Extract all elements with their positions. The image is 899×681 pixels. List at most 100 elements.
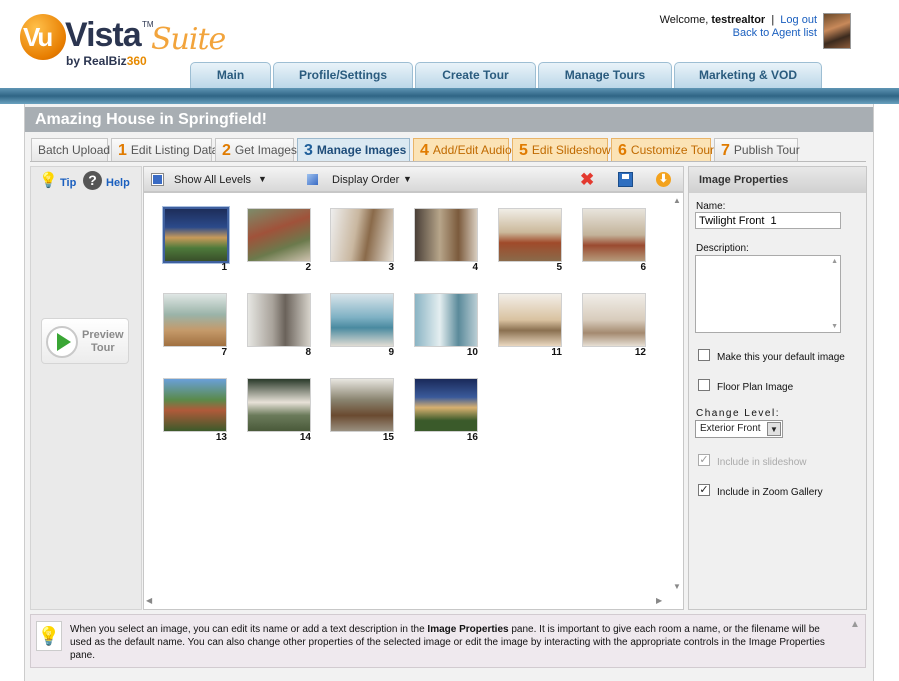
save-icon[interactable]: [618, 172, 633, 187]
step-number: 6: [618, 142, 627, 159]
thumbnail-number: 9: [388, 347, 394, 358]
nav-tab-create-tour[interactable]: Create Tour: [415, 62, 536, 88]
include-zoom-checkbox[interactable]: ✓: [698, 484, 710, 496]
scroll-down-icon[interactable]: ▼: [831, 323, 838, 330]
scroll-up-icon[interactable]: ▲: [673, 196, 681, 205]
step-publish-tour[interactable]: 7 Publish Tour: [714, 138, 800, 162]
order-label: Display Order: [332, 174, 400, 186]
left-pane: [30, 166, 142, 610]
question-icon: ?: [83, 171, 102, 190]
level-select-value: Exterior Front: [700, 423, 761, 434]
username: testrealtor: [711, 14, 766, 26]
show-levels-dropdown[interactable]: Show All Levels ▼: [151, 173, 272, 187]
step-get-images[interactable]: 2 Get Images: [215, 138, 297, 162]
thumbnail-image[interactable]: [247, 208, 311, 262]
thumbnail-image[interactable]: [582, 293, 646, 347]
help-label: Help: [106, 177, 130, 189]
include-slideshow-checkbox[interactable]: ✓: [698, 454, 710, 466]
step-edit-listing-data[interactable]: 1 Edit Listing Data: [111, 138, 218, 162]
download-icon[interactable]: ⬇: [656, 172, 671, 187]
tip-text-1: When you select an image, you can edit i…: [70, 624, 428, 635]
chevron-down-icon[interactable]: ▼: [767, 422, 781, 436]
thumbnail-number: 1: [221, 262, 227, 273]
nav-tab-manage-tours[interactable]: Manage Tours: [538, 62, 672, 88]
horizontal-scrollbar[interactable]: ◀ ▶: [146, 594, 670, 608]
default-image-checkbox[interactable]: [698, 349, 710, 361]
preview-label-2: Tour: [91, 342, 115, 354]
thumbnail-image[interactable]: [162, 206, 230, 264]
thumbnail-number: 13: [215, 432, 227, 443]
thumbnail-number: 11: [551, 347, 562, 358]
thumbnail-number: 14: [299, 432, 311, 443]
step-edit-slideshow[interactable]: 5 Edit Slideshow: [512, 138, 611, 162]
nav-tab-main[interactable]: Main: [190, 62, 271, 88]
step-batch-upload[interactable]: Batch Upload: [31, 138, 110, 162]
step-number: 4: [420, 142, 429, 159]
thumbnail-image[interactable]: [330, 293, 394, 347]
avatar[interactable]: [823, 13, 851, 49]
step-label: Edit Slideshow: [531, 143, 611, 157]
delete-icon[interactable]: ✖: [580, 170, 594, 190]
thumbnail-image[interactable]: [330, 208, 394, 262]
description-field[interactable]: ▲ ▼: [695, 255, 841, 333]
thumbnail-number: 3: [388, 262, 394, 273]
thumbnail-image[interactable]: [247, 378, 311, 432]
thumbnail-image[interactable]: [247, 293, 311, 347]
step-label: Get Images: [234, 143, 297, 157]
floor-plan-label: Floor Plan Image: [717, 382, 794, 393]
chevron-down-icon: ▼: [258, 174, 267, 184]
step-manage-images[interactable]: 3 Manage Images: [297, 138, 410, 162]
thumbnail-image[interactable]: [498, 208, 562, 262]
logo-suite: Suite: [151, 22, 226, 57]
step-add-edit-audio[interactable]: 4 Add/Edit Audio: [413, 138, 512, 162]
preview-label-1: Preview: [82, 329, 124, 341]
step-number: 7: [721, 142, 730, 159]
separator: |: [771, 14, 775, 26]
thumbnail-image[interactable]: [414, 293, 478, 347]
change-level-label: Change Level:: [696, 408, 780, 419]
step-label: Customize Tour: [630, 143, 715, 157]
collapse-up-icon[interactable]: ▲: [850, 619, 860, 630]
vertical-scrollbar[interactable]: ▲ ▼: [670, 196, 684, 594]
description-label: Description:: [696, 243, 749, 254]
level-select[interactable]: Exterior Front ▼: [695, 420, 783, 438]
default-image-label: Make this your default image: [717, 352, 845, 363]
thumbnail-image[interactable]: [330, 378, 394, 432]
step-customize-tour[interactable]: 6 Customize Tour: [611, 138, 715, 162]
scroll-left-icon[interactable]: ◀: [146, 596, 152, 605]
step-label: Manage Images: [316, 143, 407, 157]
logout-link[interactable]: Log out: [780, 14, 817, 26]
thumbnail-image[interactable]: [414, 208, 478, 262]
thumbnail-number: 4: [472, 262, 478, 273]
tip-text: When you select an image, you can edit i…: [70, 623, 840, 662]
step-label: Publish Tour: [733, 143, 800, 157]
thumbnail-image[interactable]: [163, 378, 227, 432]
thumbnail-number: 10: [466, 347, 478, 358]
tip-button[interactable]: 💡 Tip: [39, 171, 76, 191]
nav-tab-marketing-vod[interactable]: Marketing & VOD: [674, 62, 822, 88]
thumbnail-image[interactable]: [498, 293, 562, 347]
name-field[interactable]: [695, 212, 841, 229]
order-icon: [307, 174, 318, 185]
logo-vu-mark: Vu: [20, 14, 66, 60]
scroll-down-icon[interactable]: ▼: [673, 582, 681, 591]
back-to-agent-list-link[interactable]: Back to Agent list: [733, 27, 817, 39]
thumbnail-image[interactable]: [163, 293, 227, 347]
tab-underline: [30, 161, 866, 162]
step-label: Add/Edit Audio: [432, 143, 512, 157]
preview-tour-button[interactable]: Preview Tour: [41, 318, 129, 364]
thumbnail-number: 2: [305, 262, 311, 273]
thumbnail-image[interactable]: [414, 378, 478, 432]
help-button[interactable]: ? Help: [83, 171, 133, 191]
scroll-right-icon[interactable]: ▶: [656, 596, 662, 605]
display-order-dropdown[interactable]: Display Order ▼: [307, 173, 417, 187]
play-icon: [46, 326, 78, 358]
include-slideshow-label: Include in slideshow: [717, 457, 807, 468]
scroll-up-icon[interactable]: ▲: [831, 258, 838, 265]
logo-vista: Vista: [65, 16, 142, 54]
nav-tab-profile-settings[interactable]: Profile/Settings: [273, 62, 413, 88]
step-number: 1: [118, 142, 127, 159]
thumbnail-image[interactable]: [582, 208, 646, 262]
floor-plan-checkbox[interactable]: [698, 379, 710, 391]
thumbnail-number: 15: [382, 432, 394, 443]
